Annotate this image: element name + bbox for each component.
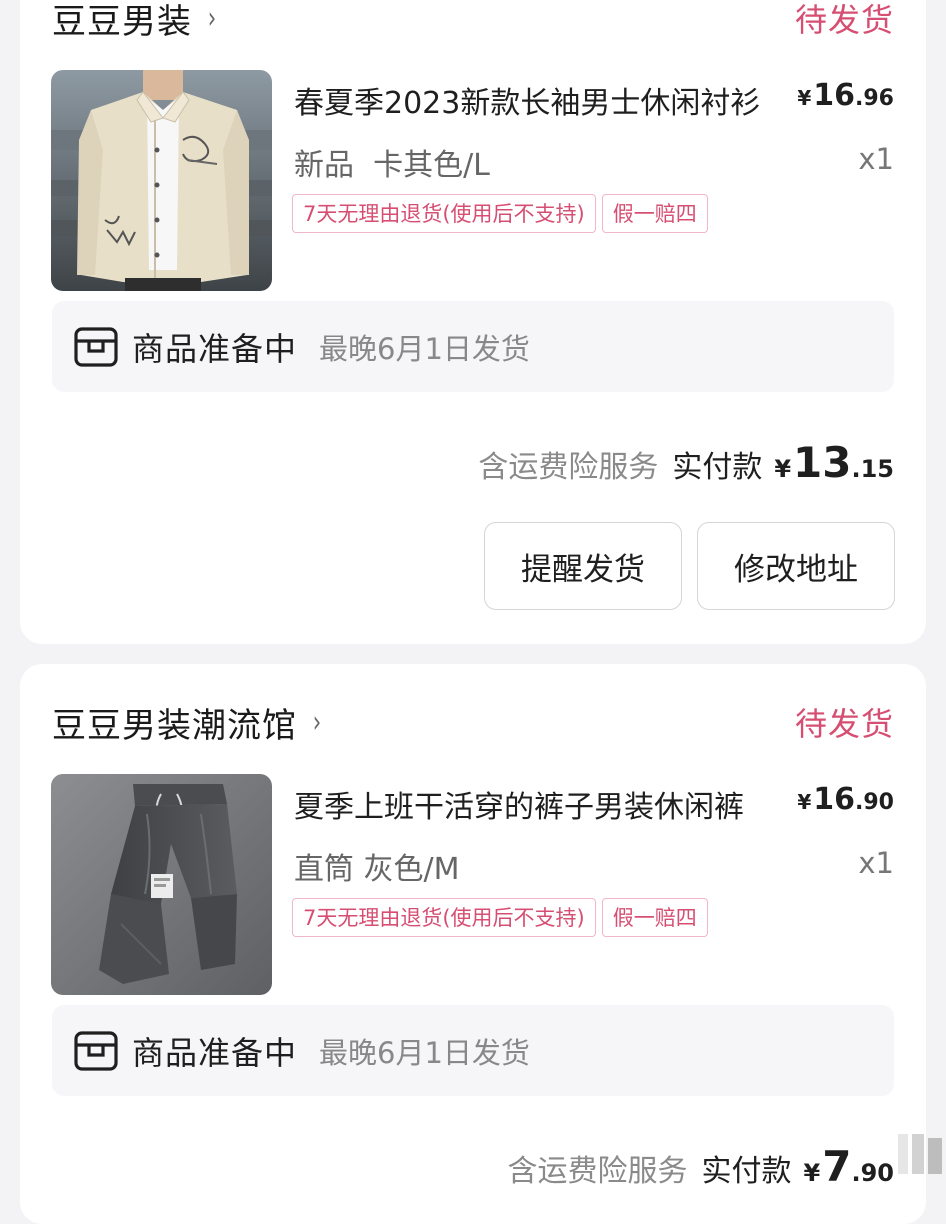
order-card[interactable]: 豆豆男装 › 待发货 春夏季2023新款长袖男士休闲衬衫 ¥16.96 新品 卡… [20,0,926,644]
box-icon [74,326,118,367]
product-price: ¥16.90 [797,782,894,817]
shop-name[interactable]: 豆豆男装潮流馆 [52,698,297,747]
amount-integer: 13 [793,438,852,487]
navigation-hint-icon [898,1134,942,1174]
paid-amount-label: 实付款 [672,450,763,485]
price-integer: 16 [813,78,856,113]
product-image[interactable] [51,774,272,995]
product-variant: 新品 卡其色/L [294,148,490,183]
shipping-insurance-label: 含运费险服务 [507,1154,688,1189]
chevron-right-icon[interactable]: › [208,1,216,36]
shipping-insurance-label: 含运费险服务 [478,450,659,485]
order-actions: 提醒发货 修改地址 [484,522,895,610]
shop-header[interactable]: 豆豆男装潮流馆 › 待发货 [52,698,894,747]
shop-header[interactable]: 豆豆男装 › 待发货 [52,0,894,43]
product-item[interactable]: 春夏季2023新款长袖男士休闲衬衫 ¥16.96 新品 卡其色/L x1 7天无… [51,70,894,292]
shipping-status-bar[interactable]: 商品准备中 最晚6月1日发货 [52,301,894,392]
shipping-state: 商品准备中 [132,1033,298,1072]
currency-symbol: ¥ [774,455,792,483]
order-status: 待发货 [794,1,894,39]
paid-amount: ¥13.15 [774,438,894,487]
product-image[interactable] [51,70,272,291]
product-quantity: x1 [858,846,894,880]
currency-symbol: ¥ [797,86,812,110]
product-title[interactable]: 春夏季2023新款长袖男士休闲衬衫 [294,78,764,122]
product-variant: 直筒 灰色/M [294,852,460,887]
chevron-right-icon[interactable]: › [313,705,321,740]
shop-name[interactable]: 豆豆男装 [52,0,192,43]
order-status: 待发货 [794,705,894,743]
authenticity-tag: 假一赔四 [601,898,708,937]
shipping-eta: 最晚6月1日发货 [319,331,530,366]
product-quantity: x1 [858,142,894,176]
product-title[interactable]: 夏季上班干活穿的裤子男装休闲裤 [294,782,764,826]
product-item[interactable]: 夏季上班干活穿的裤子男装休闲裤 ¥16.90 直筒 灰色/M x1 7天无理由退… [51,774,894,996]
authenticity-tag: 假一赔四 [601,194,708,233]
currency-symbol: ¥ [803,1159,821,1187]
return-policy-tag: 7天无理由退货(使用后不支持) [292,898,596,937]
return-policy-tag: 7天无理由退货(使用后不支持) [292,194,596,233]
payment-summary: 含运费险服务 实付款 ¥13.15 [478,438,894,487]
amount-decimal: .15 [851,455,894,483]
service-tags: 7天无理由退货(使用后不支持) 假一赔四 [292,194,708,233]
remind-shipping-button[interactable]: 提醒发货 [484,522,682,610]
edit-address-button[interactable]: 修改地址 [697,522,895,610]
product-price: ¥16.96 [797,78,894,113]
order-card[interactable]: 豆豆男装潮流馆 › 待发货 夏季上班干活穿的裤子男装休闲裤 ¥16.90 直筒 … [20,664,926,1224]
paid-amount-label: 实付款 [701,1154,792,1189]
shipping-state: 商品准备中 [132,329,298,368]
shipping-status-bar[interactable]: 商品准备中 最晚6月1日发货 [52,1005,894,1096]
price-decimal: .90 [855,790,894,815]
currency-symbol: ¥ [797,790,812,814]
shipping-eta: 最晚6月1日发货 [319,1035,530,1070]
price-integer: 16 [813,782,856,817]
box-icon [74,1030,118,1071]
service-tags: 7天无理由退货(使用后不支持) 假一赔四 [292,898,708,937]
price-decimal: .96 [855,86,894,111]
